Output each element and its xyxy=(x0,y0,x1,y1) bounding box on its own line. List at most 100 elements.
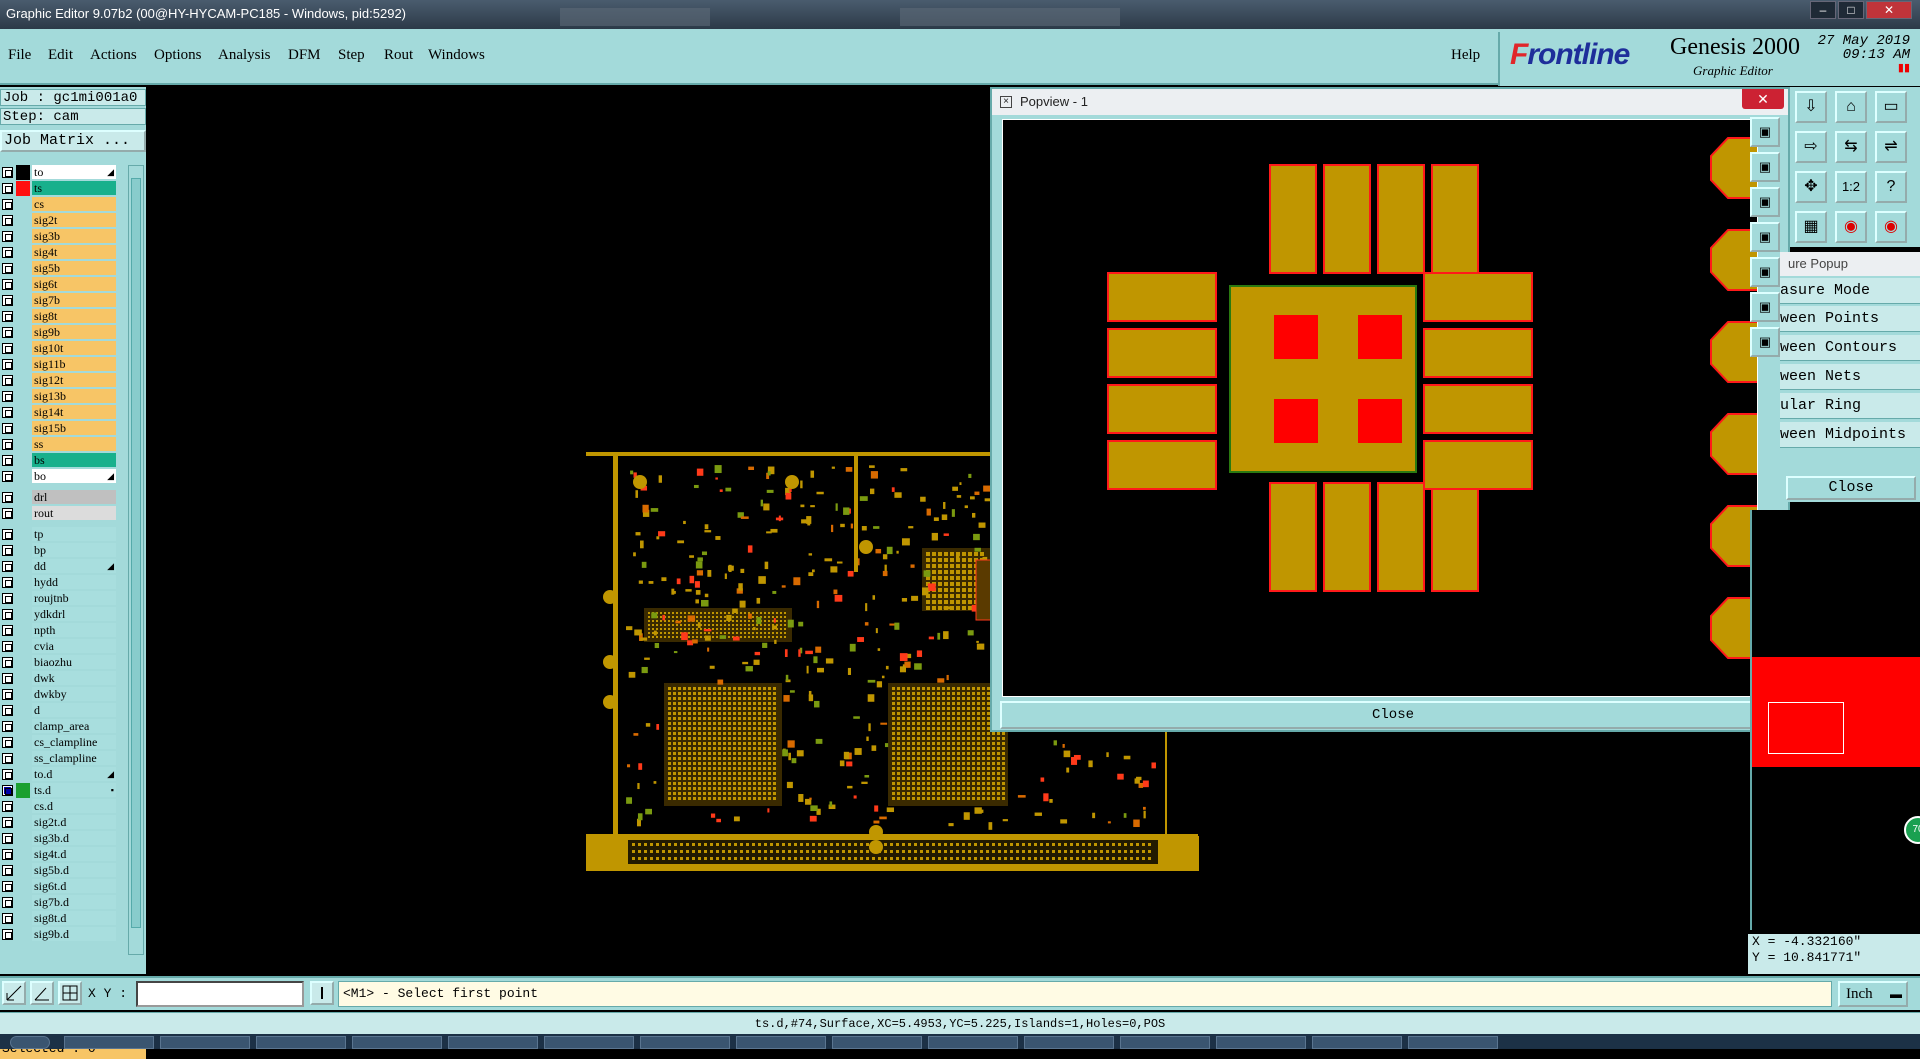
maximize-button[interactable]: □ xyxy=(1838,1,1864,19)
layer-checkbox[interactable] xyxy=(2,471,13,482)
layer-row-roujtnb[interactable]: roujtnb xyxy=(0,591,120,606)
mini-map[interactable]: 70 xyxy=(1750,510,1920,930)
layer-row-cvia[interactable]: cvia xyxy=(0,639,120,654)
layer-color-swatch[interactable] xyxy=(16,421,30,436)
measure-between-contours[interactable]: ween Contours xyxy=(1780,335,1920,361)
grid-button[interactable]: ▦ xyxy=(1795,211,1827,243)
layer-checkbox[interactable] xyxy=(2,407,13,418)
job-matrix-button[interactable]: Job Matrix ... xyxy=(0,130,146,152)
taskbar-item[interactable] xyxy=(448,1036,538,1049)
layer-checkbox[interactable] xyxy=(2,561,13,572)
layer-checkbox[interactable] xyxy=(2,391,13,402)
layer-name[interactable]: sig7b xyxy=(32,293,116,307)
layer-name[interactable]: sig4t.d xyxy=(32,847,116,861)
layer-color-swatch[interactable] xyxy=(16,165,30,180)
layer-checkbox[interactable] xyxy=(2,167,13,178)
layer-row-sig4t-d[interactable]: sig4t.d xyxy=(0,847,120,862)
layer-checkbox[interactable] xyxy=(2,753,13,764)
snap2-button[interactable]: ◉ xyxy=(1875,211,1907,243)
layer-row-sig5b-d[interactable]: sig5b.d xyxy=(0,863,120,878)
layer-color-swatch[interactable] xyxy=(16,847,30,862)
layer-name[interactable]: sig8t.d xyxy=(32,911,116,925)
layer-row-dwkby[interactable]: dwkby xyxy=(0,687,120,702)
layer-list-scrollbar[interactable] xyxy=(128,165,144,955)
layer-color-swatch[interactable] xyxy=(16,245,30,260)
layer-name[interactable]: to.d ◢ xyxy=(32,767,116,781)
measure-close-button[interactable]: Close xyxy=(1786,476,1916,500)
measure-tool-3-button[interactable]: ▣ xyxy=(1750,187,1780,217)
layer-color-swatch[interactable] xyxy=(16,911,30,926)
layer-checkbox[interactable] xyxy=(2,673,13,684)
layer-name[interactable]: sig12t xyxy=(32,373,116,387)
layer-row-sig9b-d[interactable]: sig9b.d xyxy=(0,927,120,942)
home-button[interactable]: ⌂ xyxy=(1835,91,1867,123)
taskbar-item[interactable] xyxy=(736,1036,826,1049)
layer-row-ydkdrl[interactable]: ydkdrl xyxy=(0,607,120,622)
layer-color-swatch[interactable] xyxy=(16,506,30,521)
layer-row-sig3b[interactable]: sig3b xyxy=(0,229,120,244)
menu-help[interactable]: Help xyxy=(1451,47,1480,64)
layer-color-swatch[interactable] xyxy=(16,879,30,894)
layer-checkbox[interactable] xyxy=(2,897,13,908)
taskbar-item[interactable] xyxy=(1312,1036,1402,1049)
layer-row-d[interactable]: d xyxy=(0,703,120,718)
layer-color-swatch[interactable] xyxy=(16,309,30,324)
taskbar-item[interactable] xyxy=(832,1036,922,1049)
layer-name[interactable]: biaozhu xyxy=(32,655,116,669)
layer-checkbox[interactable] xyxy=(2,492,13,503)
mirror-button[interactable]: ⇆ xyxy=(1835,131,1867,163)
layer-row-sig6t[interactable]: sig6t xyxy=(0,277,120,292)
layer-row-sig10t[interactable]: sig10t xyxy=(0,341,120,356)
layer-checkbox[interactable] xyxy=(2,231,13,242)
window-button[interactable]: ▭ xyxy=(1875,91,1907,123)
layer-name[interactable]: sig5b xyxy=(32,261,116,275)
layer-row-biaozhu[interactable]: biaozhu xyxy=(0,655,120,670)
layer-color-swatch[interactable] xyxy=(16,831,30,846)
taskbar-item[interactable] xyxy=(1024,1036,1114,1049)
layer-name[interactable]: sig2t xyxy=(32,213,116,227)
layer-checkbox[interactable] xyxy=(2,199,13,210)
layer-name[interactable]: sig8t xyxy=(32,309,116,323)
measure-tool-6-button[interactable]: ▣ xyxy=(1750,292,1780,322)
layer-row-sig13b[interactable]: sig13b xyxy=(0,389,120,404)
menu-step[interactable]: Step xyxy=(338,47,365,64)
layer-checkbox[interactable] xyxy=(2,833,13,844)
layer-name[interactable]: to ◢ xyxy=(32,165,116,179)
layer-row-drl[interactable]: drl xyxy=(0,490,120,505)
start-button[interactable] xyxy=(10,1036,50,1049)
layer-color-swatch[interactable] xyxy=(16,703,30,718)
layer-checkbox[interactable] xyxy=(2,801,13,812)
snap-button[interactable]: ◉ xyxy=(1835,211,1867,243)
menu-analysis[interactable]: Analysis xyxy=(218,47,271,64)
taskbar-item[interactable] xyxy=(64,1036,154,1049)
layer-row-npth[interactable]: npth xyxy=(0,623,120,638)
layer-checkbox[interactable] xyxy=(2,641,13,652)
layer-name[interactable]: sig6t xyxy=(32,277,116,291)
layer-row-sig7b[interactable]: sig7b xyxy=(0,293,120,308)
layer-color-swatch[interactable] xyxy=(16,325,30,340)
menu-windows[interactable]: Windows xyxy=(428,47,485,64)
layer-row-sig14t[interactable]: sig14t xyxy=(0,405,120,420)
layer-row-tp[interactable]: tp xyxy=(0,527,120,542)
layer-checkbox[interactable] xyxy=(2,881,13,892)
layer-checkbox[interactable] xyxy=(2,215,13,226)
layer-color-swatch[interactable] xyxy=(16,639,30,654)
layer-color-swatch[interactable] xyxy=(16,863,30,878)
taskbar-item[interactable] xyxy=(640,1036,730,1049)
layer-color-swatch[interactable] xyxy=(16,895,30,910)
layer-name[interactable]: cs_clampline xyxy=(32,735,116,749)
layer-color-swatch[interactable] xyxy=(16,687,30,702)
layer-row-sig4t[interactable]: sig4t xyxy=(0,245,120,260)
layer-row-sig8t[interactable]: sig8t xyxy=(0,309,120,324)
layer-row-sig2t-d[interactable]: sig2t.d xyxy=(0,815,120,830)
measure-tool-1-button[interactable]: ▣ xyxy=(1750,117,1780,147)
layer-color-swatch[interactable] xyxy=(16,559,30,574)
layer-color-swatch[interactable] xyxy=(16,815,30,830)
layer-checkbox[interactable] xyxy=(2,705,13,716)
layer-name[interactable]: bo ◢ xyxy=(32,469,116,483)
snap-mode-button[interactable] xyxy=(2,981,26,1005)
layer-row-hydd[interactable]: hydd xyxy=(0,575,120,590)
layer-color-swatch[interactable] xyxy=(16,389,30,404)
layer-row-ts-d[interactable]: ts.d ▪ xyxy=(0,783,120,798)
layer-color-swatch[interactable] xyxy=(16,277,30,292)
